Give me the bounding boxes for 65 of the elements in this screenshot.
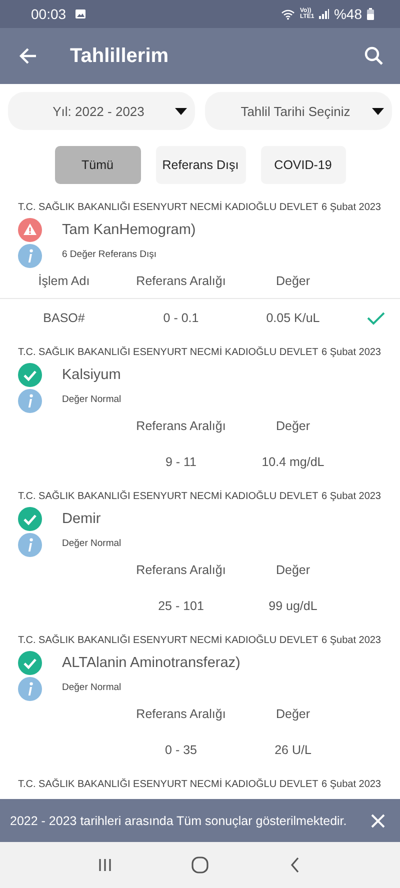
info-icon [18, 533, 42, 557]
result-date: 6 Şubat 2023 [322, 347, 381, 358]
column-header: Referans Aralığı [135, 707, 227, 721]
hospital-name: T.C. SAĞLIK BAKANLIĞI ESENYURT NECMİ KADIOĞLU DEVLET [18, 779, 318, 790]
table-cell: BASO# [43, 311, 85, 325]
result-summary: Değer Normal [62, 538, 122, 548]
warning-icon [18, 218, 42, 242]
test-name: ALTAlanin Aminotransferaz) [62, 655, 240, 671]
info-icon [18, 244, 42, 268]
search-icon [364, 46, 384, 66]
test-name: Demir [62, 511, 101, 527]
dropdown[interactable]: Tahlil Tarihi Seçiniz [205, 92, 392, 130]
result-date: 6 Şubat 2023 [322, 202, 381, 213]
rounded-square-icon [190, 856, 209, 874]
result-summary: Değer Normal [62, 394, 122, 404]
test-name: Tam KanHemogram) [62, 222, 196, 238]
chevron-left-icon [290, 857, 300, 873]
table-cell: 99 ug/dL [268, 599, 318, 613]
hospital-name: T.C. SAĞLIK BAKANLIĞI ESENYURT NECMİ KADIOĞLU DEVLET [18, 347, 318, 358]
close-icon [371, 814, 385, 828]
column-header: Değer [274, 563, 312, 577]
result-date: 6 Şubat 2023 [322, 491, 381, 502]
table-cell: 0 - 35 [165, 743, 197, 757]
filter-chip[interactable]: Referans Dışı [156, 146, 246, 184]
table-cell: 0 - 0.1 [163, 311, 199, 325]
battery-level: %48 [334, 6, 362, 22]
table-cell: 25 - 101 [158, 599, 204, 613]
column-header: Değer [274, 419, 312, 433]
filter-chip[interactable]: Tümü [54, 146, 140, 184]
info-icon [18, 677, 42, 701]
hospital-name: T.C. SAĞLIK BAKANLIĞI ESENYURT NECMİ KADIOĞLU DEVLET [18, 202, 318, 213]
battery-icon [367, 8, 374, 20]
column-header: Referans Aralığı [135, 419, 227, 433]
image-icon [75, 9, 86, 19]
column-header: Değer [274, 274, 312, 288]
info-icon [18, 389, 42, 413]
result-date: 6 Şubat 2023 [322, 635, 381, 646]
signal-icon [318, 9, 329, 19]
check-circle-icon [18, 651, 42, 675]
result-summary: 6 Değer Referans Dışı [62, 248, 157, 260]
column-header: Referans Aralığı [135, 274, 227, 288]
test-name: Kalsiyum [62, 367, 121, 383]
dropdown[interactable]: Yıl: 2022 - 2023 [8, 92, 195, 130]
result-date: 6 Şubat 2023 [322, 779, 381, 790]
table-cell: 9 - 11 [165, 455, 197, 469]
back-arrow-icon [18, 47, 38, 65]
column-header: Değer [274, 707, 312, 721]
clock: 00:03 [31, 6, 66, 22]
dropdown-arrow-icon [372, 108, 384, 114]
table-cell: 0.05 K/uL [266, 311, 320, 325]
result-summary: Değer Normal [62, 682, 122, 692]
hospital-name: T.C. SAĞLIK BAKANLIĞI ESENYURT NECMİ KADIOĞLU DEVLET [18, 635, 318, 646]
filter-chip[interactable]: COVID-19 [260, 146, 346, 184]
hospital-name: T.C. SAĞLIK BAKANLIĞI ESENYURT NECMİ KADIOĞLU DEVLET [18, 491, 318, 502]
table-cell: 10.4 mg/dL [262, 455, 324, 469]
dropdown-arrow-icon [175, 108, 187, 114]
screen-title: Tahlillerim [70, 44, 170, 68]
wifi-icon [280, 8, 295, 20]
snackbar-message: 2022 - 2023 tarihleri arasında Tüm sonuçlar gösterilmektedir. [10, 814, 348, 828]
column-header: Referans Aralığı [135, 563, 227, 577]
table-cell: 26 U/L [274, 743, 312, 757]
column-header: İşlem Adı [37, 274, 91, 288]
check-circle-icon [18, 363, 42, 387]
three-lines-icon [98, 858, 112, 872]
check-circle-icon [18, 507, 42, 531]
